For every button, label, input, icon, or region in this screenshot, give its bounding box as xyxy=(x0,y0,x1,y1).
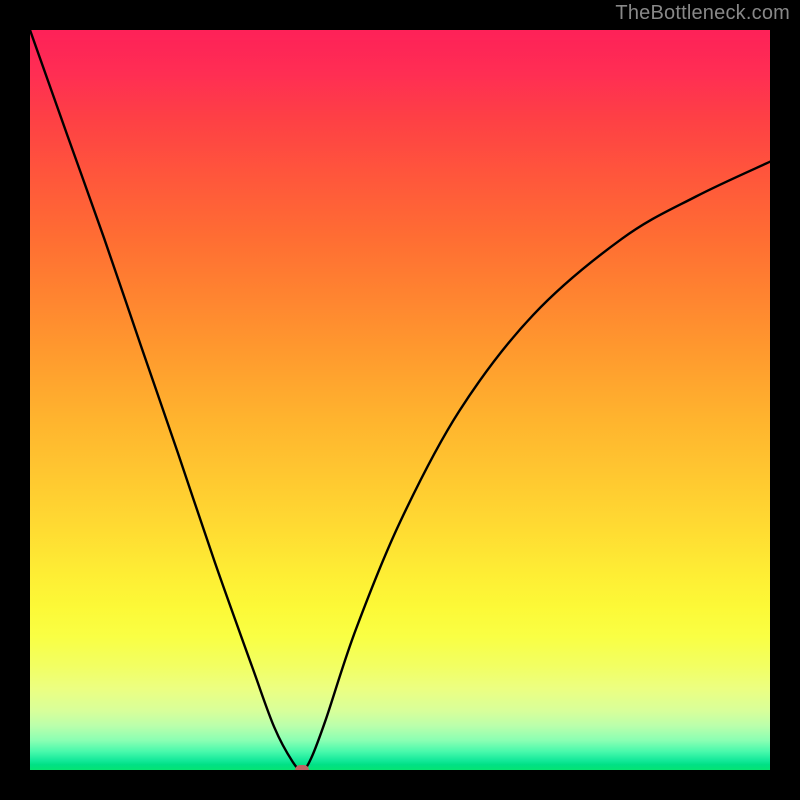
optimum-marker xyxy=(295,765,309,770)
curve-layer xyxy=(30,30,770,770)
bottleneck-curve xyxy=(30,30,770,770)
chart-container: TheBottleneck.com xyxy=(0,0,800,800)
watermark-text: TheBottleneck.com xyxy=(615,2,790,25)
plot-area xyxy=(30,30,770,770)
